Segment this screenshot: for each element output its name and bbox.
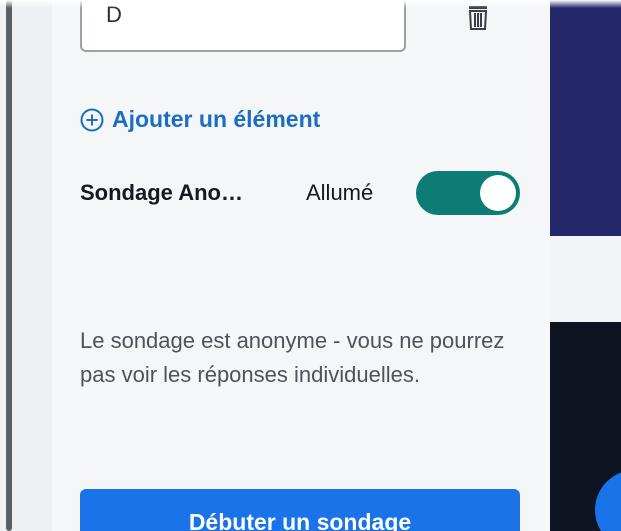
left-edge-bar xyxy=(6,0,12,531)
top-fade xyxy=(0,0,621,8)
plus-circle-icon xyxy=(80,108,104,131)
anonymous-toggle-state: Allumé xyxy=(306,180,374,205)
trash-icon[interactable] xyxy=(467,5,489,31)
poll-editor-screen: D Ajouter un élément Sondage Ano… Allumé… xyxy=(0,0,621,531)
start-poll-button[interactable]: Débuter un sondage xyxy=(80,489,520,531)
poll-options-panel xyxy=(52,0,550,531)
anonymous-toggle[interactable] xyxy=(416,171,520,215)
right-top-background xyxy=(550,0,621,236)
start-poll-button-label: Débuter un sondage xyxy=(188,509,412,531)
add-item-button[interactable]: Ajouter un élément xyxy=(80,106,320,133)
anonymous-hint-text: Le sondage est anonyme - vous ne pourrez… xyxy=(80,328,505,387)
anonymous-poll-label: Sondage Ano… xyxy=(80,180,243,205)
toggle-knob xyxy=(480,175,516,211)
add-item-label: Ajouter un élément xyxy=(112,106,321,132)
